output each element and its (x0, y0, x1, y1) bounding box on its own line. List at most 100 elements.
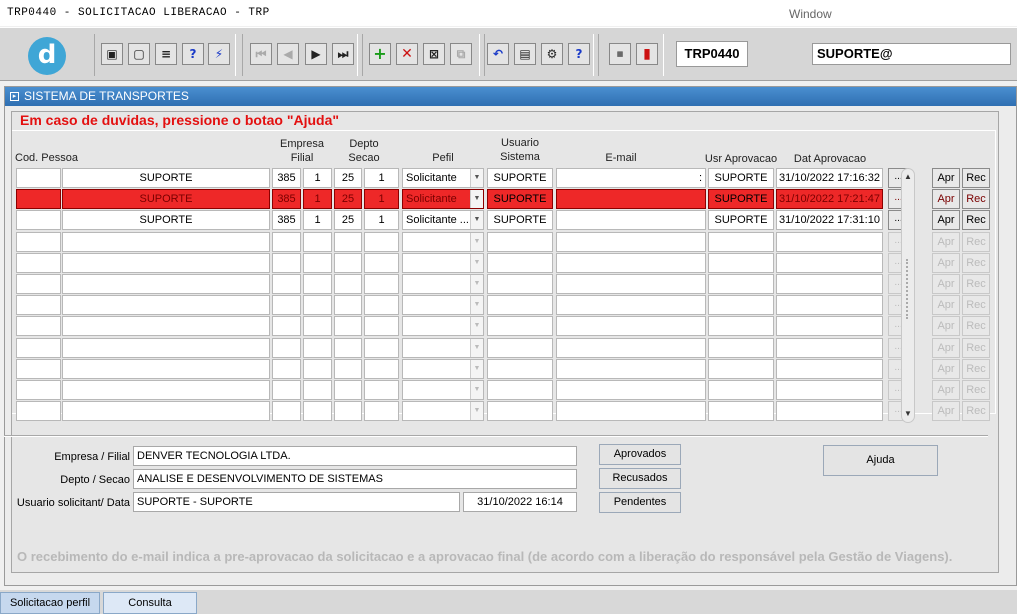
empresa-cell[interactable] (272, 232, 301, 252)
nome-cell[interactable] (62, 401, 270, 421)
dat-aprovacao-cell[interactable] (776, 338, 883, 358)
perfil-select[interactable]: ▼ (402, 338, 484, 358)
approve-button[interactable]: Apr (932, 359, 960, 379)
reject-button[interactable]: Rec (962, 359, 990, 379)
approve-button[interactable]: Apr (932, 189, 960, 209)
cod-pessoa-cell[interactable] (16, 401, 61, 421)
undo-icon[interactable]: ↶ (487, 43, 509, 65)
empresa-cell[interactable] (272, 401, 301, 421)
nome-cell[interactable] (62, 380, 270, 400)
insert-record-icon[interactable]: + (369, 43, 391, 65)
filial-cell[interactable] (303, 401, 332, 421)
filial-cell[interactable] (303, 232, 332, 252)
depto-cell[interactable]: 25 (334, 210, 362, 230)
chevron-down-icon[interactable]: ▼ (470, 402, 483, 420)
tab-solicitacao-perfil[interactable]: Solicitacao perfil (0, 592, 100, 614)
email-cell[interactable] (556, 295, 706, 315)
depto-cell[interactable] (334, 253, 362, 273)
depto-cell[interactable] (334, 401, 362, 421)
perfil-select[interactable]: Solicitante ▼ (402, 189, 484, 209)
chevron-down-icon[interactable]: ▼ (470, 317, 483, 335)
reject-button[interactable]: Rec (962, 253, 990, 273)
cod-pessoa-cell[interactable] (16, 316, 61, 336)
secao-cell[interactable] (364, 295, 399, 315)
dat-aprovacao-cell[interactable]: 31/10/2022 17:21:47 (776, 189, 883, 209)
dat-aprovacao-cell[interactable] (776, 359, 883, 379)
perfil-select[interactable]: ▼ (402, 380, 484, 400)
secao-cell[interactable] (364, 232, 399, 252)
secao-cell[interactable] (364, 338, 399, 358)
usr-aprovacao-cell[interactable] (708, 295, 774, 315)
usr-aprovacao-cell[interactable] (708, 274, 774, 294)
ajuda-button[interactable]: Ajuda (823, 445, 938, 476)
filial-cell[interactable] (303, 338, 332, 358)
print-icon[interactable]: ≡ (155, 43, 177, 65)
email-cell[interactable] (556, 274, 706, 294)
cod-pessoa-cell[interactable] (16, 253, 61, 273)
depto-field[interactable]: ANALISE E DESENVOLVIMENTO DE SISTEMAS (133, 469, 577, 489)
secao-cell[interactable]: 1 (364, 210, 399, 230)
cod-pessoa-cell[interactable] (16, 232, 61, 252)
secao-cell[interactable] (364, 401, 399, 421)
reject-button[interactable]: Rec (962, 274, 990, 294)
approve-button[interactable]: Apr (932, 401, 960, 421)
empresa-cell[interactable] (272, 338, 301, 358)
chevron-down-icon[interactable]: ▼ (470, 275, 483, 293)
filial-cell[interactable] (303, 274, 332, 294)
secao-cell[interactable] (364, 359, 399, 379)
reject-button[interactable]: Rec (962, 380, 990, 400)
email-cell[interactable] (556, 210, 706, 230)
usuario-cell[interactable]: SUPORTE (487, 168, 553, 188)
help-icon[interactable]: ? (568, 43, 590, 65)
email-cell[interactable] (556, 253, 706, 273)
empresa-cell[interactable] (272, 380, 301, 400)
menu-icon[interactable]: ▦ (609, 43, 631, 65)
usuario-cell[interactable]: SUPORTE (487, 210, 553, 230)
approve-button[interactable]: Apr (932, 316, 960, 336)
empresa-cell[interactable] (272, 359, 301, 379)
approve-button[interactable]: Apr (932, 253, 960, 273)
email-cell[interactable] (556, 338, 706, 358)
depto-cell[interactable] (334, 338, 362, 358)
cod-pessoa-cell[interactable] (16, 189, 61, 209)
empresa-cell[interactable] (272, 295, 301, 315)
window-icon[interactable]: ▢ (128, 43, 150, 65)
perfil-select[interactable]: Solicitante ... ▼ (402, 210, 484, 230)
empresa-cell[interactable]: 385 (272, 189, 301, 209)
nome-cell[interactable]: SUPORTE (62, 168, 270, 188)
reject-button[interactable]: Rec (962, 189, 990, 209)
usr-aprovacao-cell[interactable] (708, 253, 774, 273)
dat-aprovacao-cell[interactable] (776, 295, 883, 315)
email-cell[interactable] (556, 316, 706, 336)
nome-cell[interactable] (62, 232, 270, 252)
empresa-cell[interactable] (272, 274, 301, 294)
email-cell[interactable] (556, 380, 706, 400)
first-record-icon[interactable]: ⏮ (250, 43, 272, 65)
email-cell[interactable] (556, 401, 706, 421)
perfil-select[interactable]: Solicitante ▼ (402, 168, 484, 188)
chevron-down-icon[interactable]: ▼ (470, 190, 483, 208)
filial-cell[interactable]: 1 (303, 210, 332, 230)
reject-button[interactable]: Rec (962, 401, 990, 421)
chevron-down-icon[interactable]: ▼ (470, 211, 483, 229)
email-cell[interactable]: : (556, 168, 706, 188)
secao-cell[interactable]: 1 (364, 168, 399, 188)
depto-cell[interactable] (334, 359, 362, 379)
cod-pessoa-cell[interactable] (16, 274, 61, 294)
usuario-field[interactable]: SUPORTE - SUPORTE (133, 492, 460, 512)
depto-cell[interactable] (334, 380, 362, 400)
filial-cell[interactable] (303, 316, 332, 336)
usr-aprovacao-cell[interactable] (708, 316, 774, 336)
dat-aprovacao-cell[interactable]: 31/10/2022 17:16:32 (776, 168, 883, 188)
scroll-up-icon[interactable]: ▲ (902, 170, 914, 184)
dat-aprovacao-cell[interactable] (776, 253, 883, 273)
nome-cell[interactable] (62, 338, 270, 358)
email-cell[interactable] (556, 359, 706, 379)
save-icon[interactable]: ▣ (101, 43, 123, 65)
next-record-icon[interactable]: ▶ (305, 43, 327, 65)
approve-button[interactable]: Apr (932, 232, 960, 252)
pendentes-button[interactable]: Pendentes (599, 492, 681, 513)
chevron-down-icon[interactable]: ▼ (470, 296, 483, 314)
dat-aprovacao-cell[interactable]: 31/10/2022 17:31:10 (776, 210, 883, 230)
usr-aprovacao-cell[interactable]: SUPORTE (708, 168, 774, 188)
